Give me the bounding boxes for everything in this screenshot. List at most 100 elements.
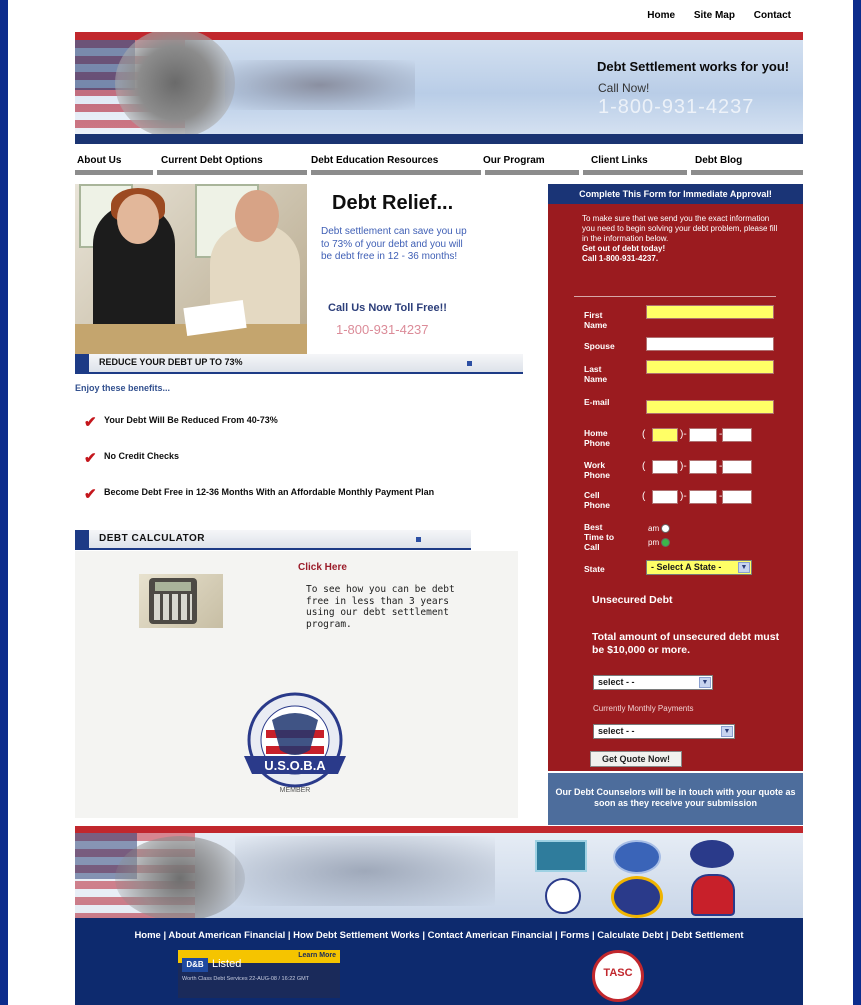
cell-phone-area[interactable] [652,490,678,504]
netcheck-badge-icon[interactable] [535,840,587,872]
top-link-home[interactable]: Home [647,10,675,21]
paren: ( [642,491,646,502]
debt-amount-select-value: select - - [598,677,635,687]
work-phone-prefix[interactable] [689,460,717,474]
work-phone-line[interactable] [722,460,752,474]
blurred-logo [115,32,235,138]
calculator-icon[interactable] [139,574,223,628]
calculator-screen [155,582,191,591]
calculator-keys [154,594,192,620]
top-link-site-map[interactable]: Site Map [694,10,735,21]
nav-underline [311,170,481,175]
monthly-payments-select-value: select - - [598,726,635,736]
dash: )- [680,491,687,502]
checkmark-icon: ✔ [84,486,97,503]
accredited-badge-icon[interactable] [611,876,663,918]
nav-underline [583,170,687,175]
footer-banner [75,826,803,918]
nav-client-links[interactable]: Client Links [591,155,648,166]
unsecured-debt-heading: Unsecured Debt [592,594,673,606]
header-banner: Debt Settlement works for you! Call Now!… [75,32,803,144]
nav-debt-education[interactable]: Debt Education Resources [311,155,438,166]
dnb-listed-badge[interactable]: D&B Listed Learn More Worth Class Debt S… [178,950,340,998]
form-intro-bold1: Get out of debt today! [582,244,666,253]
footer-links[interactable]: Home | About American Financial | How De… [75,930,803,941]
radio-circle-icon [661,524,671,534]
nav-our-program[interactable]: Our Program [483,155,545,166]
usoba-small-badge-icon[interactable] [691,874,735,916]
top-links: Home Site Map Contact [631,10,791,21]
radio-pm[interactable]: pm [648,538,671,548]
monthly-payments-label: Currently Monthly Payments [593,704,694,713]
label-best-time: Best Time to Call [584,522,615,552]
label-last-name: Last Name [584,364,608,384]
dnb-logo: D&B [182,958,208,972]
benefit-text: No Credit Checks [104,451,180,461]
first-name-input[interactable] [646,305,774,319]
cell-phone-line[interactable] [722,490,752,504]
form-title: Complete This Form for Immediate Approva… [548,184,803,204]
radio-am[interactable]: am [648,524,671,534]
state-select-value: - Select A State - [651,562,722,572]
label-email: E-mail [584,397,610,407]
state-select[interactable]: - Select A State - ▼ [646,560,752,575]
header-square-icon [467,361,472,366]
paren: ( [642,461,646,472]
woman-face [117,194,159,244]
hero-text: Debt settlement can save you up to 73% o… [321,226,467,262]
main-nav: About Us Current Debt Options Debt Educa… [75,155,803,177]
100-percent-badge-icon[interactable] [613,840,661,874]
checkmark-icon: ✔ [84,450,97,467]
work-phone-area[interactable] [652,460,678,474]
checkmark-icon: ✔ [84,414,97,431]
debt-amount-select[interactable]: select - - ▼ [593,675,713,690]
radio-circle-icon [661,538,671,548]
seal-badge-icon[interactable] [545,878,581,914]
footer-red-stripe [75,826,803,833]
man-face [235,190,279,242]
home-phone-line[interactable] [722,428,752,442]
get-quote-button[interactable]: Get Quote Now! [590,751,682,767]
nav-underline [691,170,803,175]
cell-phone-prefix[interactable] [689,490,717,504]
email-input[interactable] [646,400,774,414]
form-intro-bold2: Call 1-800-931-4237. [582,254,659,263]
dnb-learn-more[interactable]: Learn More [298,952,336,959]
form-intro: To make sure that we send you the exact … [582,214,782,264]
last-name-input[interactable] [646,360,774,374]
home-phone-area[interactable] [652,428,678,442]
monthly-payments-select[interactable]: select - - ▼ [593,724,735,739]
reduce-debt-header: REDUCE YOUR DEBT UP TO 73% [75,354,523,374]
enjoy-benefits: Enjoy these benefits... [75,383,171,393]
nav-about-us[interactable]: About Us [77,155,121,166]
toll-free-phone: 1-800-931-4237 [336,322,429,337]
radio-am-label: am [648,524,660,533]
tasc-badge[interactable]: TASC [592,950,644,1002]
page-frame: Home Site Map Contact Debt Settlement wo… [8,0,853,1005]
header-tagline: Debt Settlement works for you! [597,59,790,74]
radio-pm-label: pm [648,538,660,547]
benefit-text: Become Debt Free in 12-36 Months With an… [104,487,435,497]
blurred-company-name [235,836,495,906]
label-cell-phone: Cell Phone [584,490,610,510]
paren: ( [642,429,646,440]
spouse-input[interactable] [646,337,774,351]
label-state: State [584,564,605,574]
nav-underline [485,170,579,175]
home-phone-prefix[interactable] [689,428,717,442]
nav-debt-blog[interactable]: Debt Blog [695,155,742,166]
chamber-badge-icon[interactable] [690,840,734,868]
click-here-link[interactable]: Click Here [298,562,347,573]
reduce-debt-title: REDUCE YOUR DEBT UP TO 73% [99,357,243,367]
label-spouse: Spouse [584,341,615,351]
footer-nav: Home | About American Financial | How De… [75,918,803,1005]
nav-underline [157,170,307,175]
debt-calculator-title: DEBT CALCULATOR [99,533,206,544]
label-work-phone: Work Phone [584,460,610,480]
calculator-text: To see how you can be debt free in less … [306,584,455,630]
top-link-contact[interactable]: Contact [754,10,791,21]
dnb-small-text: Worth Class Debt Services 22-AUG-08 / 16… [182,976,310,982]
nav-current-debt-options[interactable]: Current Debt Options [161,155,263,166]
hero-title: Debt Relief... [332,192,454,214]
chevron-down-icon: ▼ [738,562,750,573]
